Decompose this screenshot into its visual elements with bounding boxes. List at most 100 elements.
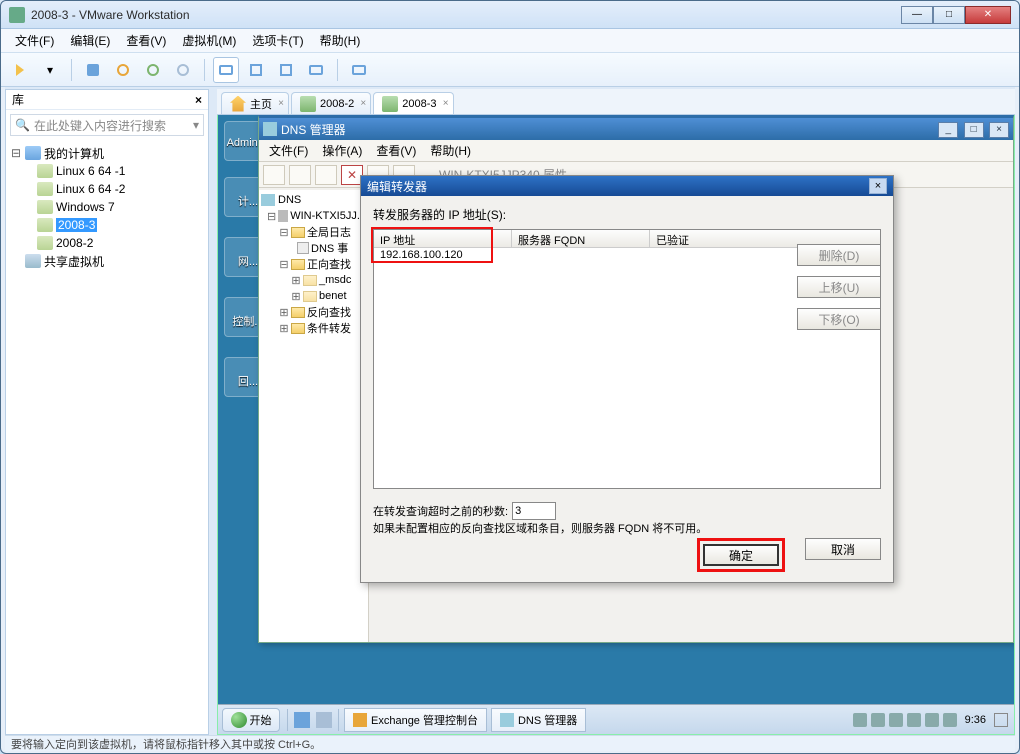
stretch-button[interactable] <box>346 57 372 83</box>
host-maximize-button[interactable]: □ <box>933 6 965 24</box>
power-on-button[interactable] <box>7 57 33 83</box>
tree-vm-item[interactable]: 2008-2 <box>8 234 206 252</box>
dns-menu-help[interactable]: 帮助(H) <box>424 140 477 161</box>
dialog-close-button[interactable]: × <box>869 178 887 194</box>
dns-titlebar[interactable]: DNS 管理器 _ □ × <box>259 118 1013 140</box>
vmware-window: 2008-3 - VMware Workstation — □ ✕ 文件(F) … <box>0 0 1020 754</box>
tree-my-computer[interactable]: ⊟我的计算机 <box>8 144 206 162</box>
tab-close-icon[interactable]: × <box>360 98 366 109</box>
tab-close-icon[interactable]: × <box>443 98 449 109</box>
dns-maximize-button[interactable]: □ <box>964 122 984 138</box>
system-tray: 9:36 <box>847 713 1014 727</box>
tree-vm-item[interactable]: Linux 6 64 -1 <box>8 162 206 180</box>
dns-menu-file[interactable]: 文件(F) <box>263 140 314 161</box>
forwarders-label: 转发服务器的 IP 地址(S): <box>373 206 881 223</box>
quick-launch-icon[interactable] <box>316 712 332 728</box>
tray-icon[interactable] <box>853 713 867 727</box>
annotation-box-ok: 确定 <box>697 538 785 572</box>
taskbar-button-dns[interactable]: DNS 管理器 <box>491 708 586 732</box>
tree-shared-vms[interactable]: 共享虚拟机 <box>8 252 206 270</box>
library-title: 库 <box>12 91 24 108</box>
quick-launch-icon[interactable] <box>294 712 310 728</box>
tab-close-icon[interactable]: × <box>278 98 284 109</box>
show-desktop-button[interactable] <box>994 713 1008 727</box>
library-close-button[interactable]: × <box>195 93 202 107</box>
timeout-input[interactable] <box>512 502 556 520</box>
vmware-icon <box>9 7 25 23</box>
dns-tree-global[interactable]: ⊟全局日志 <box>261 224 366 240</box>
dns-tree-msdc[interactable]: ⊞_msdc <box>261 272 366 288</box>
dns-tree-fwd[interactable]: ⊟正向查找 <box>261 256 366 272</box>
host-minimize-button[interactable]: — <box>901 6 933 24</box>
tree-vm-item-selected[interactable]: 2008-3 <box>8 216 206 234</box>
vm-icon <box>300 96 316 112</box>
timeout-label: 在转发查询超时之前的秒数: <box>373 503 508 519</box>
library-search-input[interactable]: 🔍 在此处键入内容进行搜索 ▾ <box>10 114 204 136</box>
tray-icon[interactable] <box>943 713 957 727</box>
start-button[interactable]: 开始 <box>222 708 280 732</box>
tree-vm-item[interactable]: Windows 7 <box>8 198 206 216</box>
taskbar-button-exchange[interactable]: Exchange 管理控制台 <box>344 708 487 732</box>
col-fqdn-header[interactable]: 服务器 FQDN <box>512 230 650 247</box>
tab-vm-active[interactable]: 2008-3× <box>373 92 453 114</box>
dns-tree-server[interactable]: ⊟WIN-KTXI5JJ... <box>261 208 366 224</box>
menu-file[interactable]: 文件(F) <box>9 30 60 51</box>
dns-tree: DNS ⊟WIN-KTXI5JJ... ⊟全局日志 DNS 事 ⊟正向查找 ⊞_… <box>259 190 369 642</box>
dns-tree-rev[interactable]: ⊞反向查找 <box>261 304 366 320</box>
dns-minimize-button[interactable]: _ <box>938 122 958 138</box>
power-dropdown[interactable]: ▾ <box>37 57 63 83</box>
dns-menu-view[interactable]: 查看(V) <box>370 140 422 161</box>
delete-button[interactable]: 删除(D) <box>797 244 881 266</box>
menu-tabs[interactable]: 选项卡(T) <box>246 30 309 51</box>
unity-button[interactable] <box>273 57 299 83</box>
menu-help[interactable]: 帮助(H) <box>314 30 367 51</box>
library-tree: ⊟我的计算机 Linux 6 64 -1 Linux 6 64 -2 Windo… <box>6 140 208 734</box>
tree-vm-item[interactable]: Linux 6 64 -2 <box>8 180 206 198</box>
dialog-titlebar[interactable]: 编辑转发器 × <box>361 176 893 196</box>
host-statusbar: 要将输入定向到该虚拟机，请将鼠标指针移入其中或按 Ctrl+G。 <box>5 735 1015 751</box>
tray-icon[interactable] <box>907 713 921 727</box>
dns-tree-root[interactable]: DNS <box>261 192 366 208</box>
fullscreen-button[interactable] <box>303 57 329 83</box>
snapshot-manager-button[interactable] <box>170 57 196 83</box>
host-menubar: 文件(F) 编辑(E) 查看(V) 虚拟机(M) 选项卡(T) 帮助(H) <box>1 29 1019 53</box>
menu-edit[interactable]: 编辑(E) <box>64 30 116 51</box>
tray-icon[interactable] <box>925 713 939 727</box>
thumbnail-view-button[interactable] <box>243 57 269 83</box>
search-dropdown-icon[interactable]: ▾ <box>193 118 199 132</box>
tray-icon[interactable] <box>889 713 903 727</box>
dns-tool-up[interactable] <box>315 165 337 185</box>
snapshot-take-button[interactable] <box>110 57 136 83</box>
cancel-button[interactable]: 取消 <box>805 538 881 560</box>
dns-tree-dns-events[interactable]: DNS 事 <box>261 240 366 256</box>
dns-tool-forward[interactable] <box>289 165 311 185</box>
console-view-button[interactable] <box>213 57 239 83</box>
start-orb-icon <box>231 712 247 728</box>
annotation-box-ip <box>371 227 493 263</box>
guest-screen[interactable]: Admini... 计... 网... 控制... 回... DNS 管理器 _… <box>217 115 1015 735</box>
dns-tree-cond[interactable]: ⊞条件转发 <box>261 320 366 336</box>
host-close-button[interactable]: ✕ <box>965 6 1011 24</box>
tab-vm[interactable]: 2008-2× <box>291 92 371 114</box>
vm-icon <box>382 96 398 112</box>
tab-home[interactable]: 主页× <box>221 92 289 114</box>
tray-icon[interactable] <box>871 713 885 727</box>
snapshot-revert-button[interactable] <box>140 57 166 83</box>
search-icon: 🔍 <box>15 118 30 132</box>
menu-view[interactable]: 查看(V) <box>120 30 172 51</box>
host-window-title: 2008-3 - VMware Workstation <box>31 8 901 22</box>
edit-forwarders-dialog[interactable]: 编辑转发器 × 转发服务器的 IP 地址(S): IP 地址 服务器 FQDN … <box>360 175 894 583</box>
dns-menu-action[interactable]: 操作(A) <box>316 140 368 161</box>
ok-button[interactable]: 确定 <box>703 544 779 566</box>
taskbar-clock[interactable]: 9:36 <box>961 714 990 726</box>
dns-tree-benet[interactable]: ⊞benet <box>261 288 366 304</box>
fqdn-note: 如果未配置相应的反向查找区域和条目，则服务器 FQDN 将不可用。 <box>373 520 707 536</box>
host-titlebar[interactable]: 2008-3 - VMware Workstation — □ ✕ <box>1 1 1019 29</box>
dns-tool-back[interactable] <box>263 165 285 185</box>
move-down-button[interactable]: 下移(O) <box>797 308 881 330</box>
menu-vm[interactable]: 虚拟机(M) <box>176 30 242 51</box>
exchange-icon <box>353 713 367 727</box>
move-up-button[interactable]: 上移(U) <box>797 276 881 298</box>
dns-close-button[interactable]: × <box>989 122 1009 138</box>
snapshot-button[interactable] <box>80 57 106 83</box>
